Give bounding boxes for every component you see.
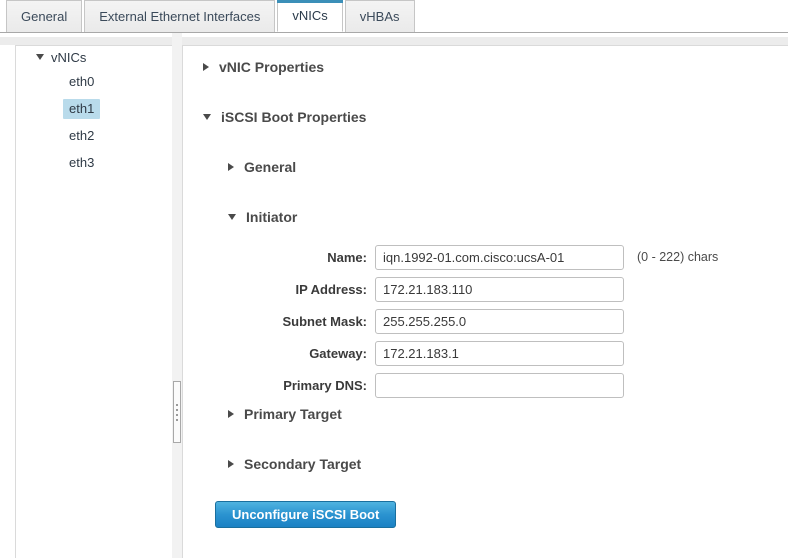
tree-root-vnics[interactable]: vNICs	[16, 46, 177, 68]
tab-general[interactable]: General	[6, 0, 83, 32]
section-title: Initiator	[246, 209, 298, 225]
chevron-right-icon[interactable]	[203, 63, 209, 71]
body-area: vNICs eth0 eth1 eth2 eth3 vNIC Propertie…	[0, 33, 788, 558]
grip-dot-icon	[176, 418, 178, 421]
form-row-primary-dns: Primary DNS:	[228, 370, 788, 400]
name-chars-hint: (0 - 222) chars	[637, 250, 719, 264]
form-row-name: Name: (0 - 222) chars	[228, 242, 788, 272]
tree-item-eth2[interactable]: eth2	[16, 122, 177, 149]
chevron-right-icon[interactable]	[228, 410, 234, 418]
tree-item-label: eth2	[69, 127, 95, 143]
section-vnic-properties[interactable]: vNIC Properties	[203, 59, 324, 75]
chevron-down-icon[interactable]	[228, 214, 236, 220]
tab-label: External Ethernet Interfaces	[99, 9, 261, 24]
tree-item-label: eth3	[69, 154, 95, 170]
grip-dot-icon	[176, 408, 178, 411]
subnet-mask-label: Subnet Mask:	[282, 313, 367, 329]
primary-dns-label: Primary DNS:	[283, 377, 367, 393]
name-label: Name:	[327, 249, 367, 265]
gateway-label: Gateway:	[309, 345, 367, 361]
unconfigure-iscsi-boot-button[interactable]: Unconfigure iSCSI Boot	[215, 501, 397, 528]
ip-address-label: IP Address:	[295, 281, 367, 297]
section-title: vNIC Properties	[219, 59, 325, 75]
panel-separator-band	[0, 37, 788, 45]
tab-vhbas[interactable]: vHBAs	[344, 0, 415, 32]
tab-external-ethernet-interfaces[interactable]: External Ethernet Interfaces	[84, 0, 276, 32]
vnic-iscsi-boot-panel: General External Ethernet Interfaces vNI…	[0, 0, 788, 558]
section-primary-target[interactable]: Primary Target	[228, 406, 342, 422]
tab-label: vHBAs	[359, 9, 400, 24]
tree-item-eth0[interactable]: eth0	[16, 68, 177, 95]
initiator-form: Name: (0 - 222) chars IP Address: Subnet…	[228, 242, 788, 402]
splitter-handle[interactable]	[173, 381, 181, 443]
chevron-down-icon[interactable]	[36, 54, 44, 60]
tree-root-label: vNICs	[51, 49, 87, 65]
tree-item-label: eth1	[63, 98, 101, 119]
chevron-right-icon[interactable]	[228, 163, 234, 171]
section-title: General	[244, 159, 297, 175]
tab-vnics[interactable]: vNICs	[277, 0, 344, 32]
form-row-ip-address: IP Address:	[228, 274, 788, 304]
tab-label: General	[21, 9, 68, 24]
tab-label: vNICs	[292, 7, 328, 23]
tab-bar: General External Ethernet Interfaces vNI…	[0, 0, 788, 33]
section-title: Secondary Target	[244, 456, 362, 472]
section-title: Primary Target	[244, 406, 342, 422]
iscsi-content-panel: vNIC Properties iSCSI Boot Properties Ge…	[182, 45, 788, 558]
primary-dns-input[interactable]	[375, 372, 624, 398]
section-secondary-target[interactable]: Secondary Target	[228, 456, 361, 472]
ip-address-input[interactable]	[375, 276, 624, 302]
chevron-down-icon[interactable]	[203, 114, 211, 120]
chevron-right-icon[interactable]	[228, 460, 234, 468]
gateway-input[interactable]	[375, 340, 624, 366]
panel-splitter[interactable]	[172, 33, 182, 558]
grip-dot-icon	[176, 413, 178, 416]
subnet-mask-input[interactable]	[375, 308, 624, 334]
vnics-tree-panel: vNICs eth0 eth1 eth2 eth3	[15, 45, 178, 558]
section-general[interactable]: General	[228, 159, 296, 175]
form-row-subnet-mask: Subnet Mask:	[228, 306, 788, 336]
section-iscsi-boot-properties[interactable]: iSCSI Boot Properties	[203, 109, 366, 125]
section-initiator[interactable]: Initiator	[228, 209, 297, 225]
form-row-gateway: Gateway:	[228, 338, 788, 368]
tree-item-eth1[interactable]: eth1	[16, 95, 177, 122]
grip-dot-icon	[176, 403, 178, 406]
name-input[interactable]	[375, 244, 624, 270]
tree-item-label: eth0	[69, 73, 95, 89]
tree-item-eth3[interactable]: eth3	[16, 149, 177, 176]
section-title: iSCSI Boot Properties	[221, 109, 367, 125]
